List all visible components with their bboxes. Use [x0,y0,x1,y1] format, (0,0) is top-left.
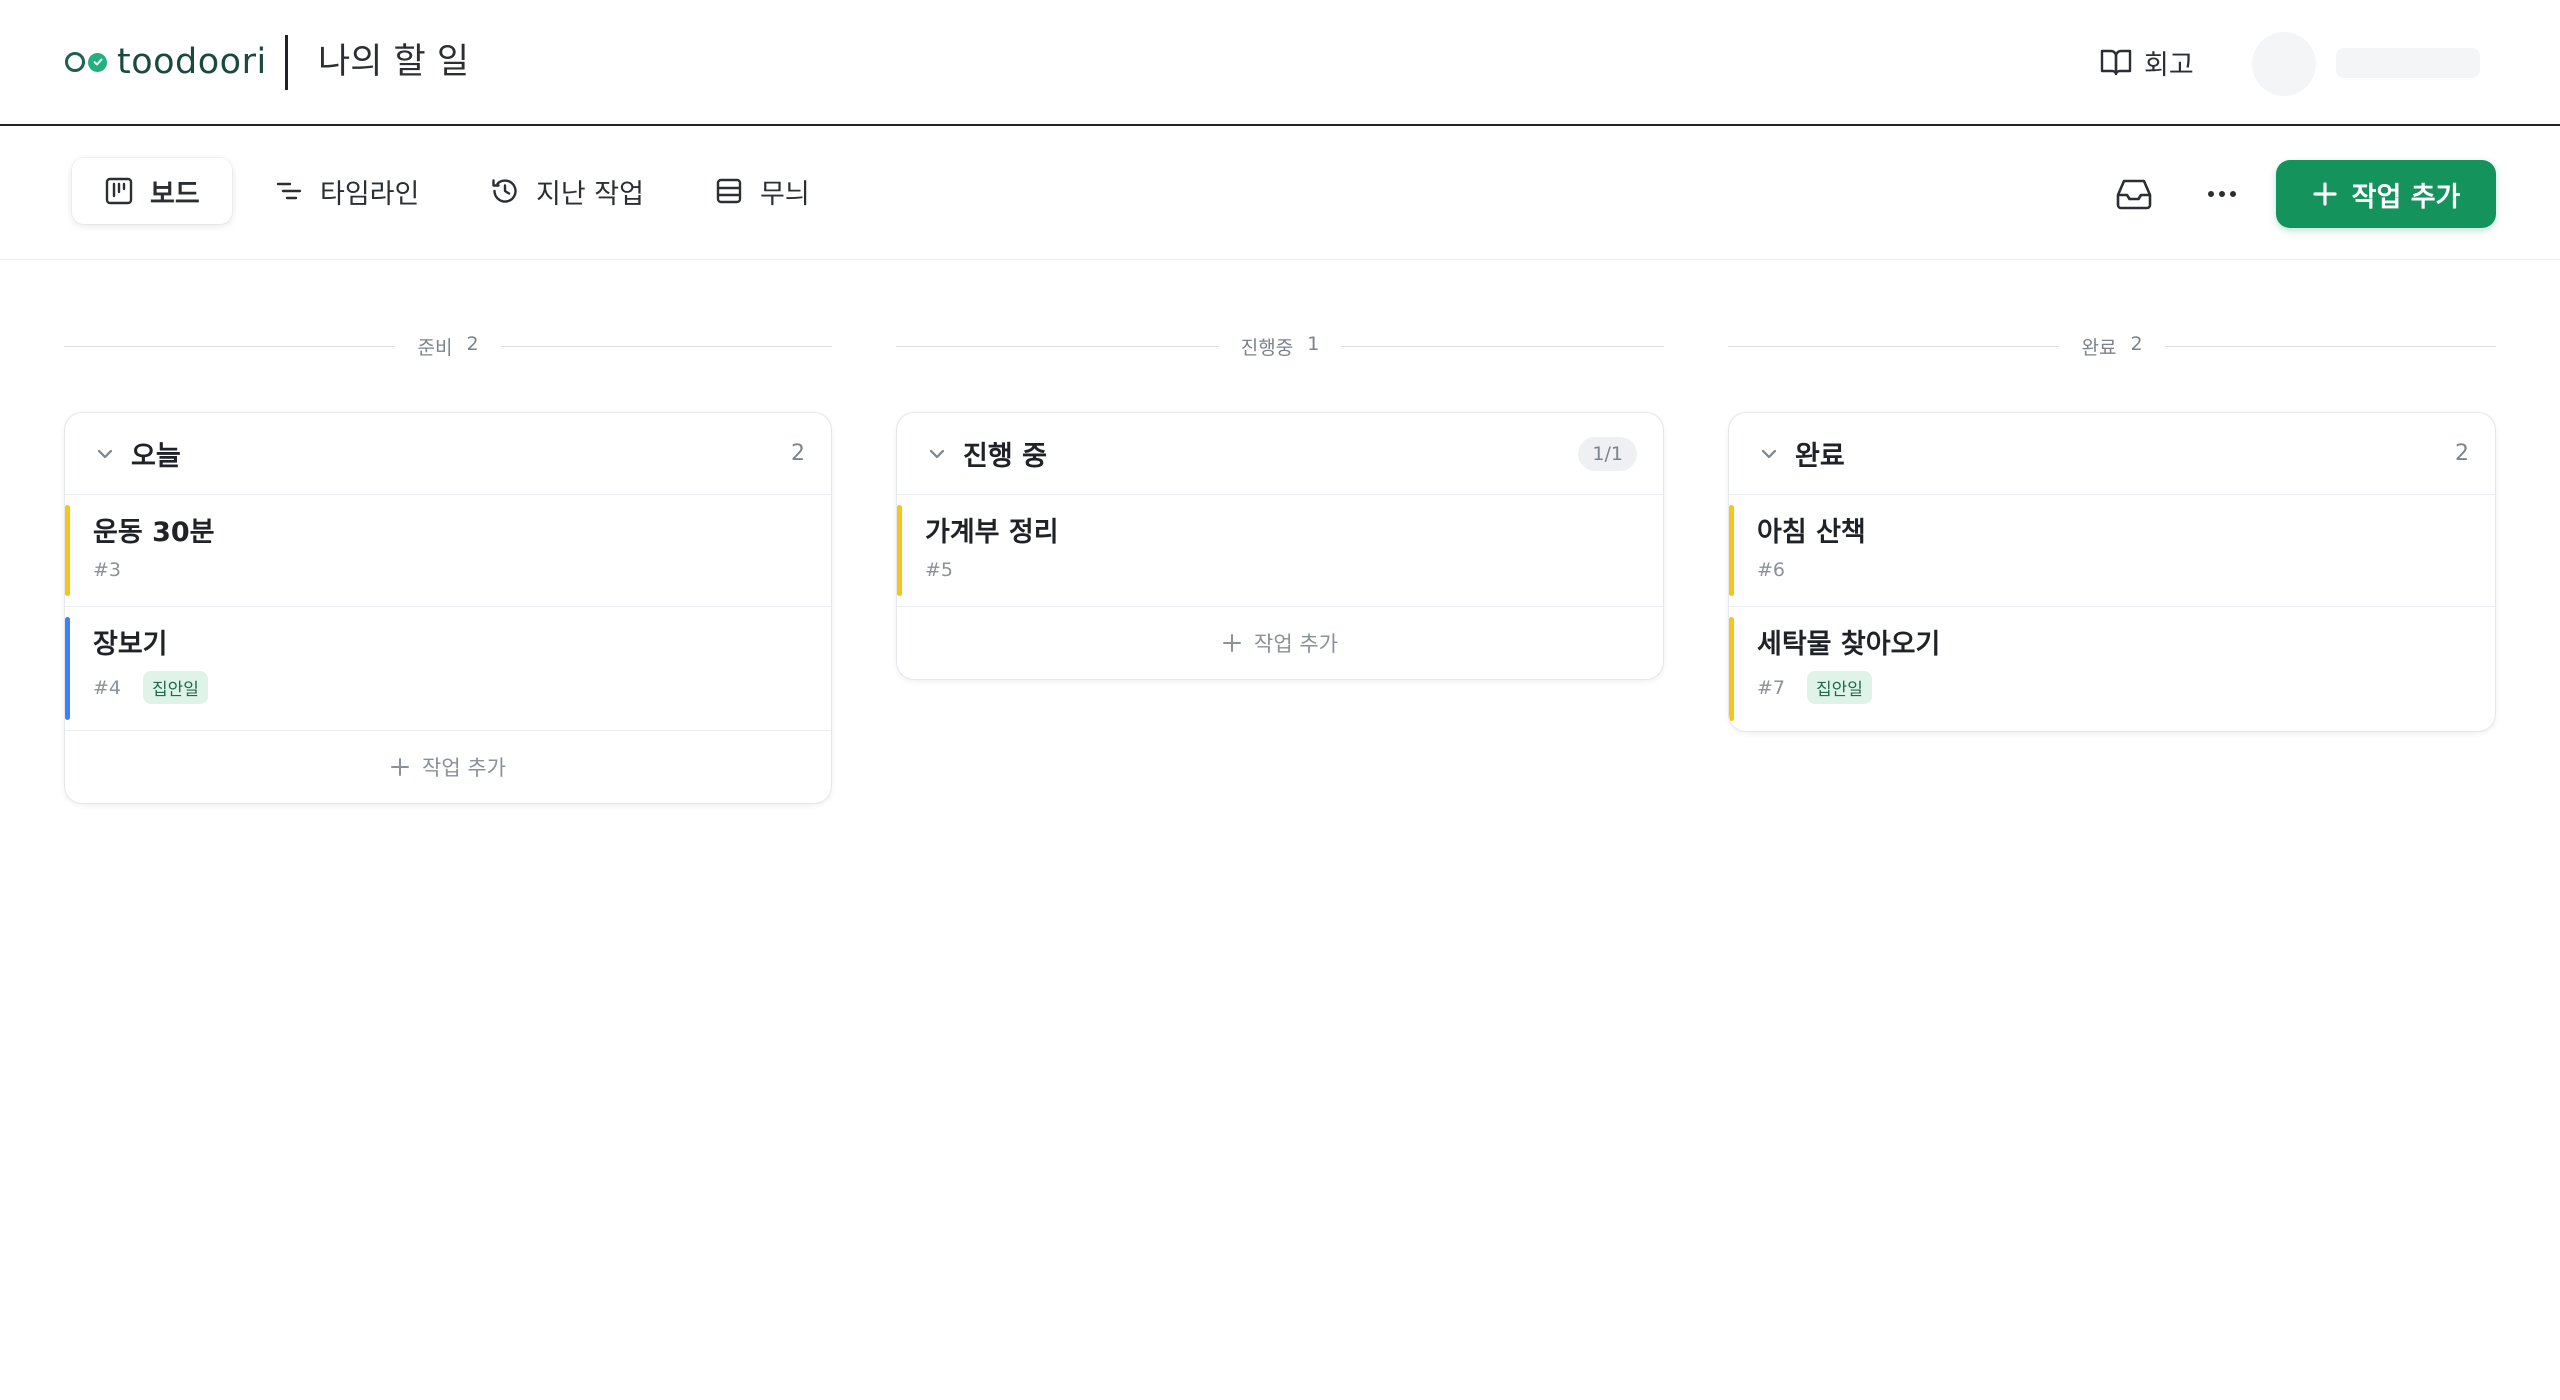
more-dot-icon [2208,191,2214,197]
task-card[interactable]: 세탁물 찾아오기 #7 집안일 [1729,607,2495,731]
board-column-ready: 준비 2 오늘 2 운동 30분 #3 장보기 #4 집안일 작업 추가 [64,320,832,804]
column-divider: 진행중 1 [896,320,1665,372]
tab-layout[interactable]: 무늬 [682,158,842,224]
tab-history[interactable]: 지난 작업 [458,158,676,224]
task-group-title: 진행 중 [963,441,1047,472]
chevron-down-icon[interactable] [925,442,949,466]
tab-layout-label: 무늬 [760,178,810,210]
add-task-inline-label: 작업 추가 [422,756,506,780]
avatar[interactable] [2252,32,2316,96]
task-group-title: 오늘 [131,441,181,472]
priority-bar [65,617,70,720]
timeline-icon [276,182,302,200]
tab-timeline[interactable]: 타임라인 [242,158,451,224]
task-group-count: 1/1 [1578,436,1637,471]
brand-name: toodoori [117,42,267,82]
priority-bar [1729,617,1734,721]
inbox-button[interactable] [2112,172,2156,216]
column-status-label: 완료 [2081,336,2117,359]
column-status-label: 준비 [417,336,453,359]
retrospective-label: 회고 [2144,49,2194,81]
inbox-icon [2116,179,2152,210]
task-group: 완료 2 아침 산책 #6 세탁물 찾아오기 #7 집안일 [1728,412,2496,732]
add-task-label: 작업 추가 [2351,181,2461,213]
task-id: #7 [1757,676,1786,699]
tab-timeline-label: 타임라인 [320,178,420,210]
task-card[interactable]: 운동 30분 #3 [65,495,831,607]
task-card[interactable]: 가계부 정리 #5 [897,495,1663,607]
column-status-count: 2 [2130,332,2143,355]
app-header: toodoori 나의 할 일 회고 [0,0,2560,126]
task-group: 오늘 2 운동 30분 #3 장보기 #4 집안일 작업 추가 [64,412,832,804]
column-status-label: 진행중 [1240,336,1294,359]
task-id: #6 [1757,559,1786,581]
header-separator [285,35,288,90]
task-card[interactable]: 장보기 #4 집안일 [65,607,831,731]
book-open-icon [2100,49,2132,76]
task-tag: 집안일 [1807,671,1872,704]
task-group-header[interactable]: 완료 2 [1729,413,2495,495]
add-task-inline-button[interactable]: 작업 추가 [65,731,831,803]
logo-mark-icon [65,52,107,72]
user-name-placeholder [2336,48,2480,78]
task-card[interactable]: 아침 산책 #6 [1729,495,2495,607]
add-task-button[interactable]: 작업 추가 [2276,160,2496,228]
retrospective-button[interactable]: 회고 [2100,42,2194,82]
more-dot-icon [2230,191,2236,197]
column-divider: 준비 2 [64,320,832,372]
layout-icon [716,178,742,204]
priority-bar [65,505,70,596]
chevron-down-icon[interactable] [1757,442,1781,466]
priority-bar [1729,505,1734,596]
task-id: #3 [93,559,122,581]
page-title: 나의 할 일 [318,42,470,82]
task-group-header[interactable]: 진행 중 1/1 [897,413,1663,495]
more-options-button[interactable] [2200,172,2244,216]
task-title: 세탁물 찾아오기 [1757,629,1941,660]
board-icon [105,177,133,205]
task-id: #5 [925,559,954,581]
board-column-in-progress: 진행중 1 진행 중 1/1 가계부 정리 #5 작업 추가 [896,320,1665,680]
task-group-title: 완료 [1795,441,1845,472]
chevron-down-icon[interactable] [93,442,117,466]
plus-icon [1223,634,1242,652]
column-status-count: 1 [1307,332,1320,355]
task-group: 진행 중 1/1 가계부 정리 #5 작업 추가 [896,412,1664,680]
task-group-count: 2 [791,441,805,466]
priority-bar [897,505,902,596]
tab-board[interactable]: 보드 [72,158,232,224]
view-toolbar: 보드 타임라인 지난 작업 무늬 작업 추가 [0,128,2560,260]
tab-board-label: 보드 [150,178,200,210]
column-status-count: 2 [466,332,479,355]
task-title: 장보기 [93,629,168,660]
plus-icon [391,758,410,776]
task-id: #4 [93,676,122,699]
more-dot-icon [2219,191,2225,197]
task-title: 가계부 정리 [925,517,1059,548]
task-group-header[interactable]: 오늘 2 [65,413,831,495]
history-icon [492,179,517,203]
tab-history-label: 지난 작업 [536,178,644,210]
plus-icon [2313,182,2337,206]
brand-logo[interactable]: toodoori [65,38,267,86]
add-task-inline-label: 작업 추가 [1254,632,1338,656]
task-group-count: 2 [2455,441,2469,466]
task-title: 운동 30분 [93,517,215,548]
add-task-inline-button[interactable]: 작업 추가 [897,607,1663,679]
column-divider: 완료 2 [1728,320,2496,372]
board-column-done: 완료 2 완료 2 아침 산책 #6 세탁물 찾아오기 #7 집안일 [1728,320,2496,732]
task-tag: 집안일 [143,671,208,704]
task-title: 아침 산책 [1757,517,1866,548]
